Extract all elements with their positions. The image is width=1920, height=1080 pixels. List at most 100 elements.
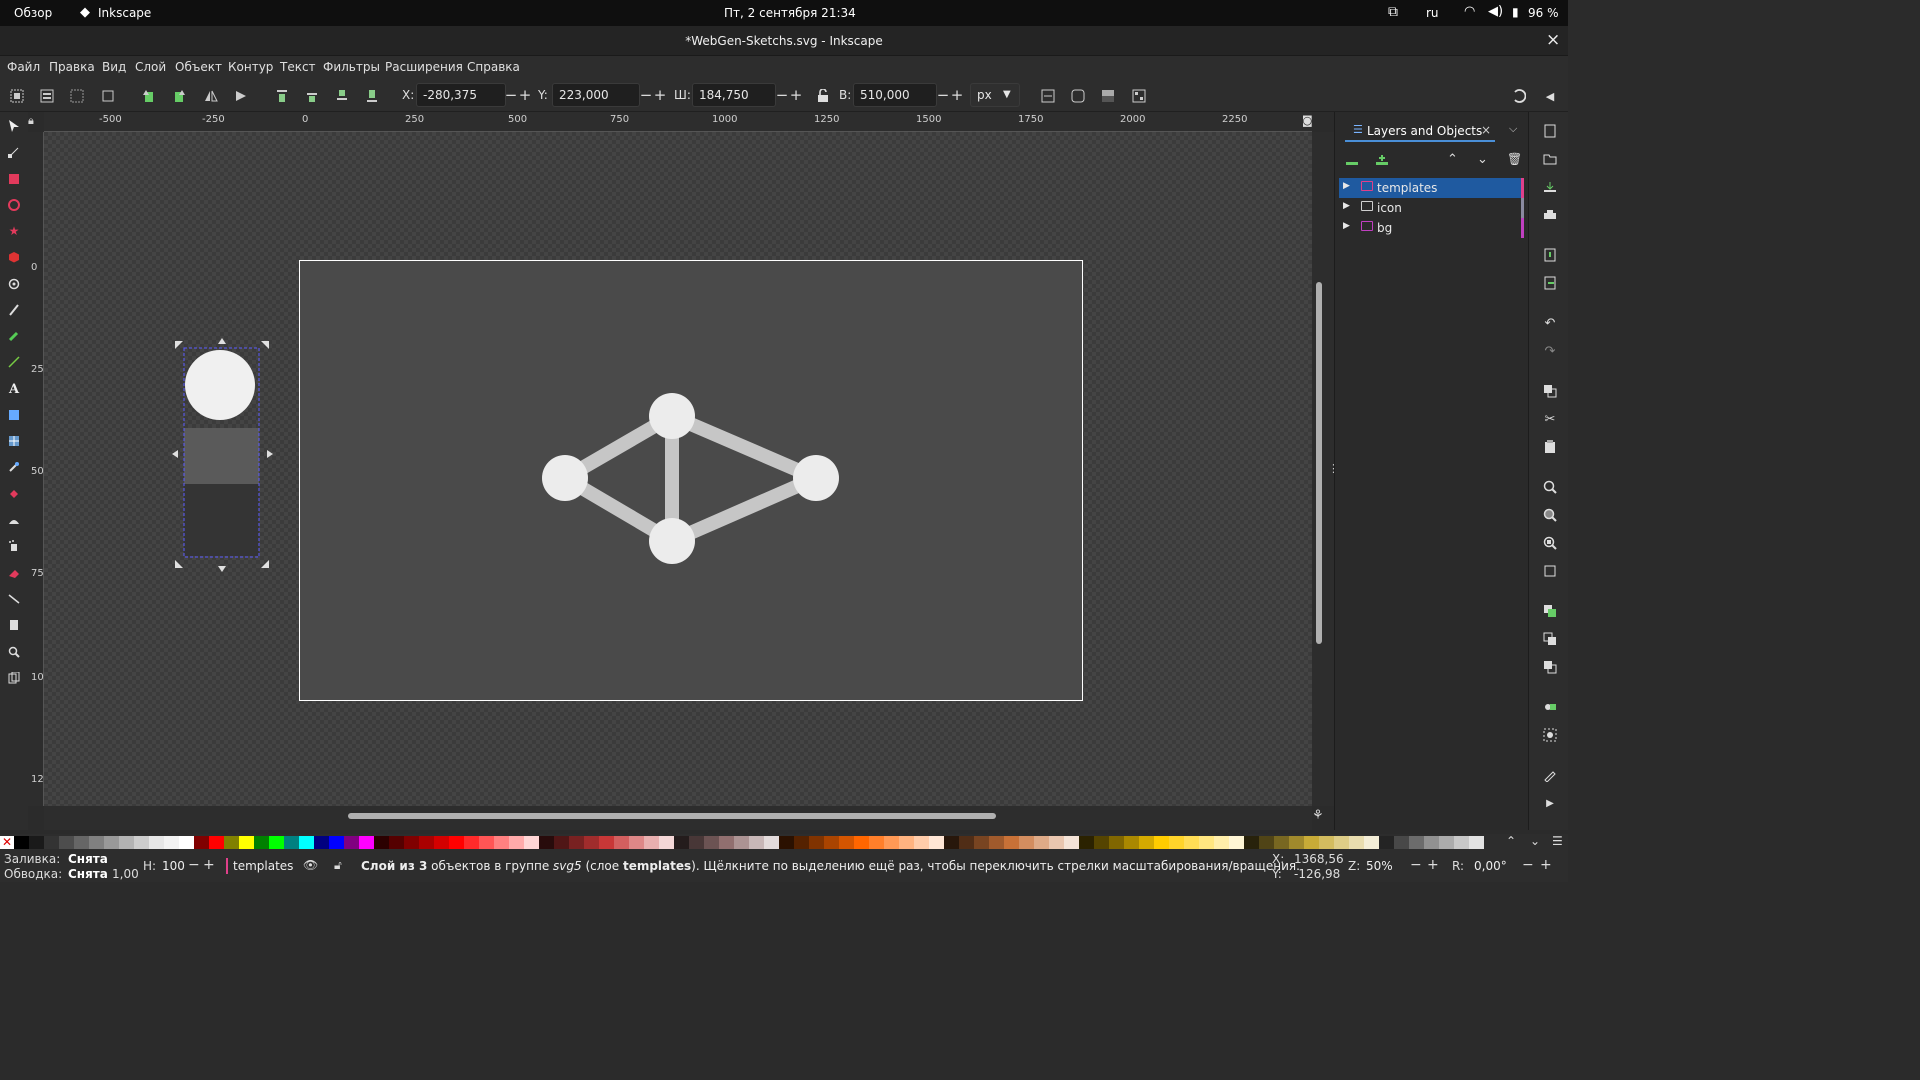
color-swatch[interactable] xyxy=(929,836,944,849)
dropper-tool-icon[interactable] xyxy=(4,457,24,477)
color-swatch[interactable] xyxy=(1274,836,1289,849)
color-swatch[interactable] xyxy=(359,836,374,849)
screen-share-icon[interactable]: ⧉ xyxy=(1388,4,1398,20)
color-swatch[interactable] xyxy=(149,836,164,849)
color-swatch[interactable] xyxy=(494,836,509,849)
zoom-tool-icon[interactable] xyxy=(4,642,24,662)
gradient-tool-icon[interactable] xyxy=(4,405,24,425)
color-swatch[interactable] xyxy=(734,836,749,849)
volume-icon[interactable]: ◀) xyxy=(1488,4,1503,19)
paste-icon[interactable] xyxy=(1541,438,1559,456)
color-swatch[interactable] xyxy=(524,836,539,849)
menu-file[interactable]: Файл xyxy=(7,60,40,74)
wifi-icon[interactable]: ◠ xyxy=(1464,4,1475,19)
color-swatch[interactable] xyxy=(1214,836,1229,849)
color-swatch[interactable] xyxy=(1139,836,1154,849)
color-swatch[interactable] xyxy=(269,836,284,849)
color-swatch[interactable] xyxy=(659,836,674,849)
app-name[interactable]: Inkscape xyxy=(98,6,151,20)
raise-icon[interactable] xyxy=(301,85,323,107)
height-input[interactable]: 510,000 xyxy=(853,83,937,107)
color-swatch[interactable] xyxy=(14,836,29,849)
color-swatch[interactable] xyxy=(404,836,419,849)
close-window-button[interactable]: × xyxy=(1546,30,1560,50)
bezier-tool-icon[interactable] xyxy=(4,300,24,320)
color-swatch[interactable] xyxy=(314,836,329,849)
scale-corners-icon[interactable] xyxy=(1067,85,1089,107)
zoom-out-button[interactable]: − xyxy=(1410,857,1422,873)
color-swatch[interactable] xyxy=(254,836,269,849)
color-swatch[interactable] xyxy=(29,836,44,849)
connector-tool-icon[interactable] xyxy=(4,589,24,609)
opacity-input[interactable]: 100 xyxy=(162,859,185,873)
color-swatch[interactable] xyxy=(1049,836,1064,849)
menu-object[interactable]: Объект xyxy=(175,60,222,74)
measure-tool-icon[interactable] xyxy=(4,668,24,688)
layer-row-bg[interactable]: ▶ bg xyxy=(1339,218,1524,238)
color-swatch[interactable] xyxy=(479,836,494,849)
templates-group[interactable] xyxy=(172,338,273,572)
zoom-page-width-icon[interactable] xyxy=(1541,562,1559,580)
clock[interactable]: Пт, 2 сентября 21:34 xyxy=(724,6,856,20)
color-swatch[interactable] xyxy=(224,836,239,849)
color-swatch[interactable] xyxy=(1034,836,1049,849)
zoom-selection-icon[interactable] xyxy=(1541,478,1559,496)
add-sublayer-icon[interactable] xyxy=(1375,154,1389,171)
battery-icon[interactable]: ▮ xyxy=(1512,5,1519,19)
ungroup-icon[interactable] xyxy=(1541,726,1559,744)
rotate-cw-icon[interactable] xyxy=(168,85,190,107)
xml-editor-icon[interactable] xyxy=(1541,766,1559,784)
lock-ratio-icon[interactable] xyxy=(812,85,834,107)
color-swatch[interactable] xyxy=(989,836,1004,849)
color-swatch[interactable] xyxy=(1244,836,1259,849)
color-swatch[interactable] xyxy=(119,836,134,849)
vertical-scrollbar[interactable]: ⋮ xyxy=(1312,132,1339,806)
width-decrement[interactable]: − xyxy=(775,84,789,106)
color-swatch[interactable] xyxy=(1079,836,1094,849)
color-swatch[interactable] xyxy=(104,836,119,849)
ellipse-tool-icon[interactable] xyxy=(4,195,24,215)
zoom-drawing-icon[interactable] xyxy=(1541,506,1559,524)
stroke-width[interactable]: 1,00 xyxy=(112,867,139,881)
color-swatch[interactable] xyxy=(1364,836,1379,849)
color-swatch[interactable] xyxy=(1289,836,1304,849)
color-swatch[interactable] xyxy=(1409,836,1424,849)
color-swatch[interactable] xyxy=(569,836,584,849)
transform-gradients-icon[interactable] xyxy=(1097,85,1119,107)
cut-icon[interactable]: ✂ xyxy=(1541,410,1559,428)
eraser-tool-icon[interactable] xyxy=(4,563,24,583)
color-swatch[interactable] xyxy=(1094,836,1109,849)
color-manage-icon[interactable]: ⚘ xyxy=(1312,808,1324,823)
color-swatch[interactable] xyxy=(239,836,254,849)
open-file-icon[interactable] xyxy=(1541,150,1559,168)
move-up-icon[interactable]: ⌃ xyxy=(1447,152,1458,167)
clone-icon[interactable] xyxy=(1541,630,1559,648)
vertical-ruler[interactable]: 0 250 500 750 1000 1250 xyxy=(28,132,56,806)
mesh-tool-icon[interactable] xyxy=(4,431,24,451)
color-swatch[interactable] xyxy=(89,836,104,849)
select-all-icon[interactable] xyxy=(6,85,28,107)
color-swatch[interactable] xyxy=(614,836,629,849)
print-icon[interactable] xyxy=(1541,206,1559,224)
color-swatch[interactable] xyxy=(1439,836,1454,849)
tab-layers-and-objects[interactable]: ☰ Layers and Objects × xyxy=(1345,120,1495,142)
new-document-icon[interactable] xyxy=(1541,122,1559,140)
menu-text[interactable]: Текст xyxy=(280,60,316,74)
color-swatch[interactable] xyxy=(899,836,914,849)
color-swatch[interactable] xyxy=(1349,836,1364,849)
pencil-tool-icon[interactable] xyxy=(4,326,24,346)
tweak-tool-icon[interactable] xyxy=(4,510,24,530)
color-swatch[interactable] xyxy=(554,836,569,849)
select-all-layers-icon[interactable] xyxy=(36,85,58,107)
export-icon[interactable] xyxy=(1541,274,1559,292)
y-increment[interactable]: + xyxy=(653,84,667,106)
spray-tool-icon[interactable] xyxy=(4,536,24,556)
color-swatch[interactable] xyxy=(1304,836,1319,849)
snap-toggle-icon[interactable] xyxy=(1508,85,1530,107)
flip-horizontal-icon[interactable] xyxy=(200,85,222,107)
color-swatch[interactable] xyxy=(329,836,344,849)
touch-select-icon[interactable] xyxy=(97,85,119,107)
color-swatch[interactable] xyxy=(914,836,929,849)
layer-lock-icon[interactable]: 🔓︎ xyxy=(334,858,342,873)
menu-path[interactable]: Контур xyxy=(228,60,273,74)
